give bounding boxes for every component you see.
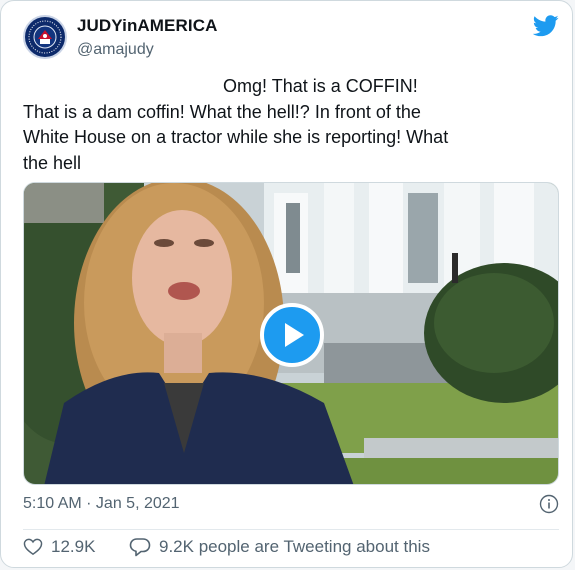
reply-icon[interactable] [129,537,151,557]
twitter-bird-icon[interactable] [533,15,559,37]
tweet-timestamp[interactable]: 5:10 AM · Jan 5, 2021 [23,495,180,513]
tweet-card: JUDYinAMERICA @amajudy Omg! That is a CO… [0,0,573,568]
divider [23,529,559,530]
play-icon [285,323,304,347]
play-button[interactable] [260,303,324,367]
author-display-name[interactable]: JUDYinAMERICA [77,16,217,36]
heart-icon[interactable] [23,538,43,556]
avatar[interactable] [23,15,67,59]
info-icon[interactable] [539,494,559,514]
tweet-text: Omg! That is a COFFIN! That is a dam cof… [23,76,449,173]
like-count[interactable]: 12.9K [51,537,95,557]
author-handle[interactable]: @amajudy [77,41,154,59]
conversation-link[interactable]: 9.2K people are Tweeting about this [159,537,430,557]
video-thumbnail[interactable] [23,182,559,485]
avatar-logo [26,18,64,56]
